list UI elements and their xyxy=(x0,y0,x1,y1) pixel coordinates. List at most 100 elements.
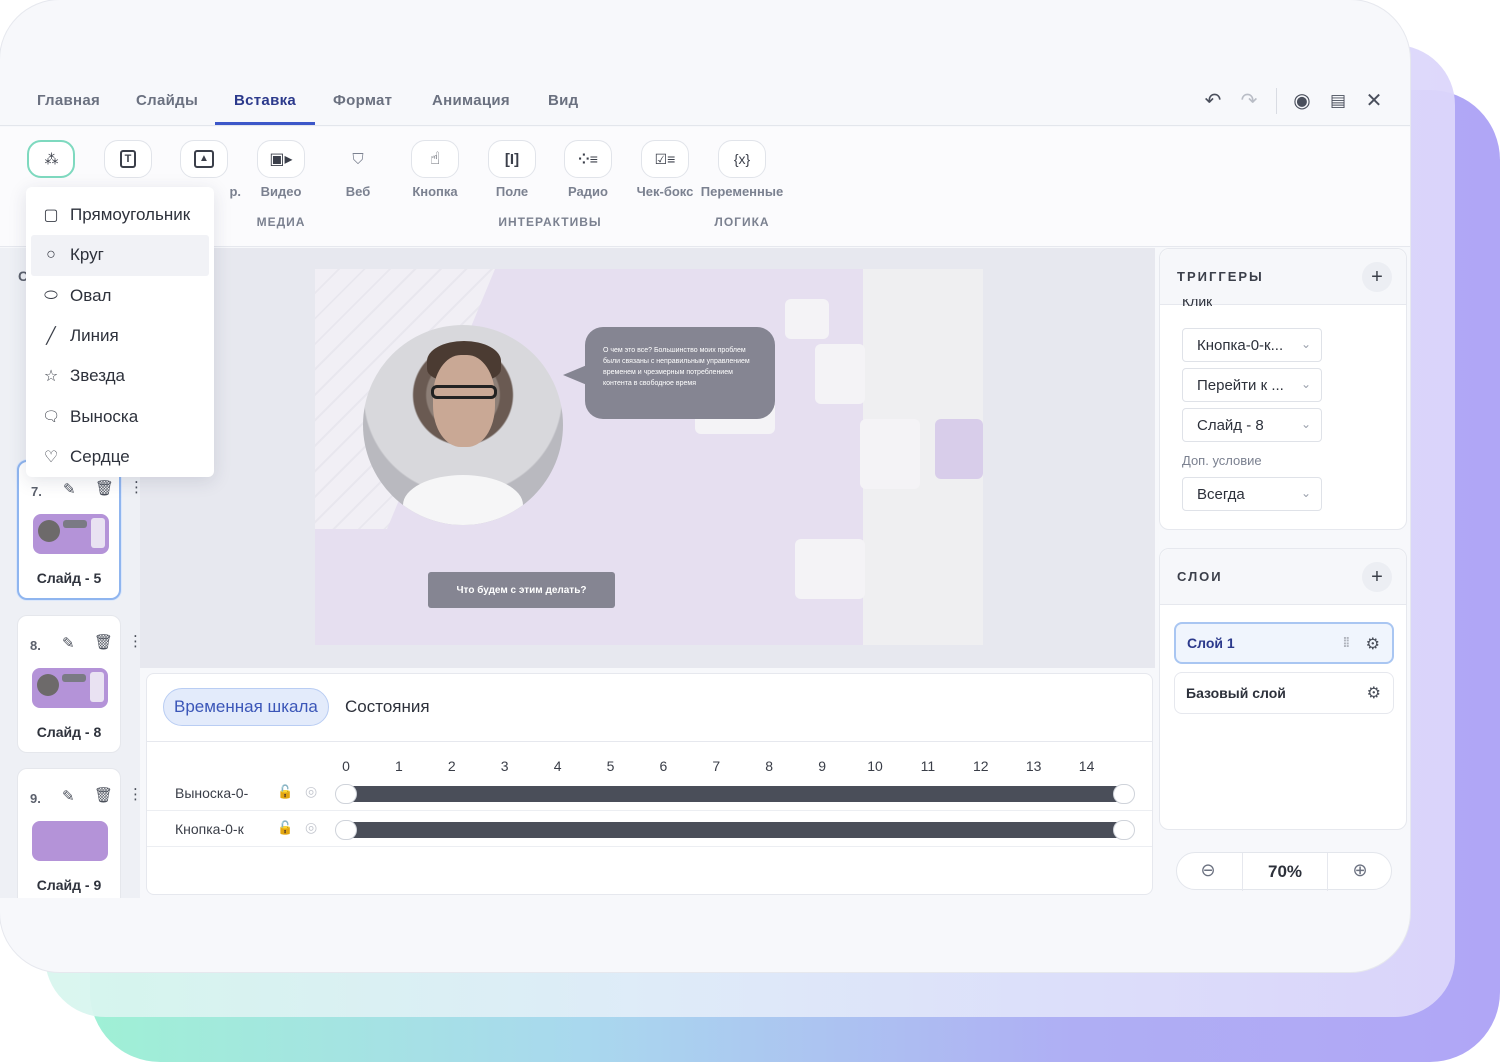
close-icon[interactable]: ✕ xyxy=(1363,90,1385,112)
slide-card[interactable]: 7. ✎ 🗑 ⋮ Слайд - 5 xyxy=(17,460,144,600)
portrait-shirt xyxy=(403,475,523,525)
slide-action-button[interactable]: Что будем с этим делать? xyxy=(428,572,615,608)
timeline-start-handle[interactable] xyxy=(335,784,357,804)
timeline-tick-label: 6 xyxy=(659,758,668,774)
callout-icon: 🗨 xyxy=(42,408,60,425)
slide-card[interactable]: 9. ✎ 🗑 ⋮ Слайд - 9 xyxy=(17,768,143,898)
tab-insert[interactable]: Вставка xyxy=(234,92,296,109)
slide-number: 7. xyxy=(31,484,42,499)
add-layer-button[interactable]: + xyxy=(1362,562,1392,592)
pencil-icon[interactable]: ✎ xyxy=(62,787,75,805)
menu-item-label: Прямоугольник xyxy=(70,205,191,225)
thumbnail-portrait xyxy=(37,674,59,696)
button-insert-button[interactable]: ☝ xyxy=(411,140,459,178)
tab-timeline[interactable]: Временная шкала xyxy=(163,688,329,726)
puzzle-piece xyxy=(935,419,983,479)
field-button[interactable]: [I] xyxy=(488,140,536,178)
timeline-end-handle[interactable] xyxy=(1112,820,1135,840)
zoom-in-icon[interactable]: ⊕ xyxy=(1345,860,1375,881)
variables-button[interactable]: {x} xyxy=(718,140,766,178)
menu-item-line[interactable]: ╱ Линия xyxy=(26,316,214,356)
slide-number: 8. xyxy=(30,638,41,653)
timeline-tick-label: 7 xyxy=(712,758,721,774)
video-button[interactable]: ▣▸ xyxy=(257,140,305,178)
timeline-tick-label: 8 xyxy=(765,758,774,774)
preview-icon[interactable]: ◉ xyxy=(1291,90,1313,112)
tab-view[interactable]: Вид xyxy=(548,92,578,109)
layer-item[interactable]: Слой 1 ⁞⁞ ⚙ xyxy=(1174,622,1394,664)
tab-home[interactable]: Главная xyxy=(37,92,100,109)
select-value: Кнопка-0-к... xyxy=(1197,336,1284,354)
menu-item-callout[interactable]: 🗨 Выноска xyxy=(26,396,214,436)
trash-icon[interactable]: 🗑 xyxy=(94,786,113,804)
slide-title: Слайд - 5 xyxy=(36,570,102,586)
trigger-action-select[interactable]: Перейти к ... ⌄ xyxy=(1182,368,1322,402)
speech-bubble[interactable]: О чем это все? Большинство моих проблем … xyxy=(585,327,775,419)
eye-icon[interactable]: ◎ xyxy=(305,819,317,836)
portrait-face xyxy=(433,355,495,447)
menu-item-heart[interactable]: ♡ Сердце xyxy=(26,437,214,477)
eye-icon[interactable]: ◎ xyxy=(305,783,317,800)
tab-animation[interactable]: Анимация xyxy=(432,92,510,109)
timeline-bar[interactable] xyxy=(346,786,1124,802)
pencil-icon[interactable]: ✎ xyxy=(62,634,75,652)
menu-item-label: Сердце xyxy=(70,446,130,466)
zoom-control: ⊖ 70% ⊕ xyxy=(1176,852,1392,891)
web-button[interactable]: ⛉ xyxy=(334,140,382,178)
zoom-level: 70% xyxy=(1267,862,1303,881)
shapes-button[interactable]: ⁂ xyxy=(27,140,75,178)
trigger-target-select[interactable]: Слайд - 8 ⌄ xyxy=(1182,408,1322,442)
thumbnail-portrait xyxy=(38,520,60,542)
add-trigger-button[interactable]: + xyxy=(1362,262,1392,292)
lock-icon[interactable]: 🔓 xyxy=(277,784,293,800)
timeline-start-handle[interactable] xyxy=(335,820,357,840)
more-vertical-icon[interactable]: ⋮ xyxy=(128,785,143,803)
checkbox-button[interactable]: ☑≡ xyxy=(641,140,689,178)
trash-icon[interactable]: 🗑 xyxy=(95,479,114,497)
variables-button-label: Переменные xyxy=(700,184,784,199)
menu-item-star[interactable]: ☆ Звезда xyxy=(26,356,214,396)
group-logic-label: ЛОГИКА xyxy=(714,215,770,229)
portrait-image[interactable] xyxy=(363,325,563,525)
undo-icon[interactable]: ↶ xyxy=(1202,90,1224,112)
zoom-divider xyxy=(1327,853,1328,891)
properties-icon[interactable]: ▤ xyxy=(1327,90,1349,112)
timeline-tick-label: 12 xyxy=(973,758,989,774)
extra-condition-select[interactable]: Всегда ⌄ xyxy=(1182,477,1322,511)
extra-condition-label: Доп. условие xyxy=(1182,453,1262,468)
drag-handle-icon[interactable]: ⁞⁞ xyxy=(1343,634,1350,650)
tab-slides[interactable]: Слайды xyxy=(136,92,198,109)
gear-icon[interactable]: ⚙ xyxy=(1367,683,1381,703)
menu-item-oval[interactable]: ⬭ Овал xyxy=(26,276,214,316)
trash-icon[interactable]: 🗑 xyxy=(94,633,113,651)
trigger-object-select[interactable]: Кнопка-0-к... ⌄ xyxy=(1182,328,1322,362)
pencil-icon[interactable]: ✎ xyxy=(63,480,76,498)
menu-item-circle[interactable]: ○ Круг xyxy=(31,235,209,276)
menu-item-label: Выноска xyxy=(70,406,139,426)
tab-format[interactable]: Формат xyxy=(333,92,392,109)
timeline-tick-label: 11 xyxy=(920,758,936,774)
timeline-row: Кнопка-0-к 🔓 ◎ xyxy=(147,811,1152,847)
text-box-button[interactable]: T xyxy=(104,140,152,178)
slide-card[interactable]: 8. ✎ 🗑 ⋮ Слайд - 8 xyxy=(17,615,143,753)
menu-item-label: Линия xyxy=(70,326,119,346)
slide-canvas[interactable]: О чем это все? Большинство моих проблем … xyxy=(315,269,983,645)
layer-item[interactable]: Базовый слой ⚙ xyxy=(1174,672,1394,714)
chevron-down-icon: ⌄ xyxy=(1300,486,1311,500)
timeline-tick-label: 3 xyxy=(500,758,509,774)
timeline-end-handle[interactable] xyxy=(1112,784,1135,804)
timeline-tick-label: 1 xyxy=(394,758,403,774)
menu-item-rectangle[interactable]: ▢ Прямоугольник xyxy=(26,195,214,235)
redo-icon[interactable]: ↷ xyxy=(1238,90,1260,112)
tab-states[interactable]: Состояния xyxy=(335,688,440,726)
rectangle-icon: ▢ xyxy=(43,207,59,225)
lock-icon[interactable]: 🔓 xyxy=(277,820,293,836)
zoom-out-icon[interactable]: ⊖ xyxy=(1193,860,1223,881)
gear-icon[interactable]: ⚙ xyxy=(1366,634,1380,654)
chevron-down-icon: ⌄ xyxy=(1300,377,1311,391)
trigger-event-select[interactable]: Клик xyxy=(1182,299,1212,311)
timeline-bar[interactable] xyxy=(346,822,1124,838)
image-button[interactable]: ▲ xyxy=(180,140,228,178)
slide-title: Слайд - 9 xyxy=(36,877,102,893)
radio-button[interactable]: ⁘≡ xyxy=(564,140,612,178)
